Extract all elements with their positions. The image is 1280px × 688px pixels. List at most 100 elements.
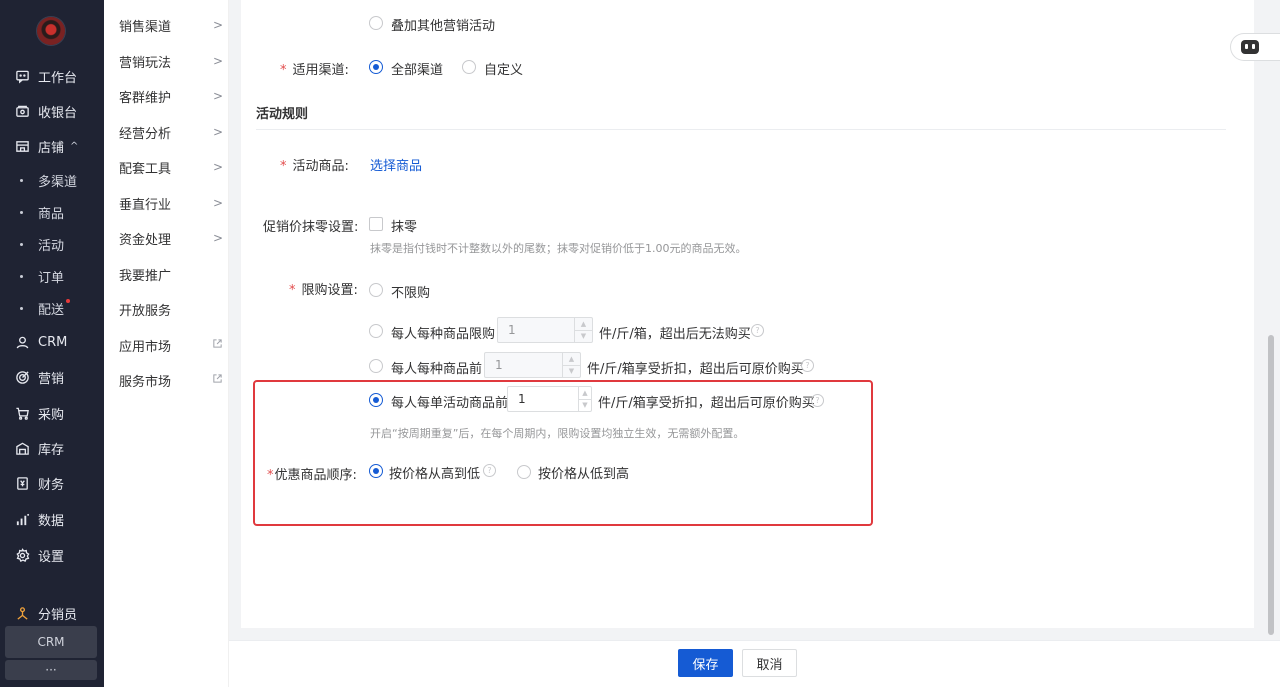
round-checkbox[interactable] xyxy=(369,217,383,231)
round-label: 促销价抹零设置: xyxy=(263,220,359,235)
sidebar-subitem-multichannel[interactable]: 多渠道 xyxy=(0,169,104,191)
bullet-icon xyxy=(20,178,23,182)
main-sidebar: 工作台 收银台 店铺 ^ 多渠道 商品 活动 订单 配送 CRM 营销 采购 库… xyxy=(0,0,104,687)
limit-opt1-suffix: 件/斤/箱，超出后无法购买 xyxy=(599,327,751,342)
decrement-icon[interactable]: ▼ xyxy=(575,331,592,343)
subnav-item-app-market[interactable]: 应用市场 xyxy=(119,334,223,356)
required-mark: * xyxy=(280,159,287,174)
channel-label: * 适用渠道: xyxy=(280,59,349,78)
cashier-icon xyxy=(14,103,30,119)
subnav-item-label: 我要推广 xyxy=(119,268,172,284)
limit-opt1-input[interactable] xyxy=(498,318,574,342)
chevron-right-icon: > xyxy=(212,231,223,245)
more-tag[interactable]: ··· xyxy=(5,660,97,680)
subnav-item-sales-channel[interactable]: 销售渠道 > xyxy=(119,14,223,36)
help-icon[interactable]: ? xyxy=(751,324,764,337)
nav-item-data[interactable]: 数据 xyxy=(0,507,104,531)
cancel-button[interactable]: 取消 xyxy=(742,649,797,677)
subnav-item-funds[interactable]: 资金处理 > xyxy=(119,227,223,249)
channel-all-radio[interactable] xyxy=(369,60,383,74)
help-icon[interactable]: ? xyxy=(801,359,814,372)
sidebar-subitem-goods[interactable]: 商品 xyxy=(0,201,104,223)
subnav-item-promote[interactable]: 我要推广 xyxy=(119,263,223,285)
section-title: 活动规则 xyxy=(256,107,309,122)
sidebar-subitem-label: 订单 xyxy=(38,270,65,286)
select-goods-link[interactable]: 选择商品 xyxy=(370,155,422,174)
subnav-item-label: 服务市场 xyxy=(119,374,172,390)
goods-label: * 活动商品: xyxy=(280,155,349,174)
nav-item-marketing[interactable]: 营销 xyxy=(0,365,104,389)
limit-label-text: 限购设置: xyxy=(301,283,358,298)
secondary-nav: 销售渠道 > 营销玩法 > 客群维护 > 经营分析 > 配套工具 > 垂直行业 > 资金处理… xyxy=(104,0,229,687)
nav-item-label: CRM xyxy=(38,334,68,350)
nav-item-label: 库存 xyxy=(38,442,65,458)
subnav-item-label: 资金处理 xyxy=(119,232,172,248)
nav-item-workbench[interactable]: 工作台 xyxy=(0,64,104,88)
subnav-item-open-service[interactable]: 开放服务 xyxy=(119,298,223,320)
nav-item-label: 店铺 xyxy=(38,140,65,156)
round-option-label: 抹零 xyxy=(391,220,418,235)
subnav-item-tools[interactable]: 配套工具 > xyxy=(119,156,223,178)
round-hint: 抹零是指付钱时不计整数以外的尾数；抹零对促销价低于1.00元的商品无效。 xyxy=(370,242,747,255)
subnav-item-label: 开放服务 xyxy=(119,303,172,319)
sidebar-subitem-label: 商品 xyxy=(38,206,65,222)
highlight-box xyxy=(253,380,873,526)
shop-avatar[interactable] xyxy=(37,17,65,45)
goods-label-text: 活动商品: xyxy=(292,159,349,174)
assistant-robot-button[interactable] xyxy=(1230,33,1280,61)
channel-custom-radio[interactable] xyxy=(462,60,476,74)
store-icon xyxy=(14,138,30,154)
nav-item-label: 收银台 xyxy=(38,105,78,121)
limit-opt2-stepper[interactable]: ▲▼ xyxy=(484,352,581,378)
chat-icon xyxy=(14,68,30,84)
nav-item-store[interactable]: 店铺 ^ xyxy=(0,134,104,158)
increment-icon[interactable]: ▲ xyxy=(563,353,580,366)
subnav-item-customer-care[interactable]: 客群维护 > xyxy=(119,85,223,107)
nav-item-label: 工作台 xyxy=(38,70,78,86)
required-mark: * xyxy=(289,283,296,298)
section-divider xyxy=(256,129,1226,130)
sidebar-subitem-label: 多渠道 xyxy=(38,174,78,190)
cart-icon xyxy=(14,405,30,421)
chevron-up-icon: ^ xyxy=(70,140,79,152)
sidebar-subitem-label: 配送 xyxy=(38,302,65,318)
chevron-right-icon: > xyxy=(212,125,223,139)
limit-opt2-label: 每人每种商品前 xyxy=(391,362,483,377)
subnav-item-analysis[interactable]: 经营分析 > xyxy=(119,121,223,143)
subnav-item-vertical[interactable]: 垂直行业 > xyxy=(119,192,223,214)
limit-opt2-radio[interactable] xyxy=(369,359,383,373)
sidebar-subitem-activity[interactable]: 活动 xyxy=(0,233,104,255)
nav-item-cashier[interactable]: 收银台 xyxy=(0,99,104,123)
sidebar-subitem-delivery[interactable]: 配送 xyxy=(0,297,104,319)
nav-item-purchase[interactable]: 采购 xyxy=(0,401,104,425)
limit-opt1-radio[interactable] xyxy=(369,324,383,338)
nav-item-crm[interactable]: CRM xyxy=(0,330,104,354)
subnav-item-label: 销售渠道 xyxy=(119,19,172,35)
nav-item-distributor[interactable]: 分销员 xyxy=(0,603,104,623)
limit-none-label: 不限购 xyxy=(391,286,431,301)
subnav-item-service-market[interactable]: 服务市场 xyxy=(119,369,223,391)
nav-item-label: 采购 xyxy=(38,407,65,423)
limit-label: * 限购设置: xyxy=(289,279,358,298)
bullet-icon xyxy=(20,210,23,214)
stack-activity-label: 叠加其他营销活动 xyxy=(391,19,496,34)
form-card xyxy=(241,0,1254,628)
limit-opt1-stepper[interactable]: ▲▼ xyxy=(497,317,593,343)
nav-item-finance[interactable]: 财务 xyxy=(0,471,104,495)
nav-item-settings[interactable]: 设置 xyxy=(0,543,104,567)
crm-tag[interactable]: CRM xyxy=(5,626,97,658)
robot-icon xyxy=(1241,40,1259,54)
scrollbar[interactable] xyxy=(1268,335,1274,635)
chevron-right-icon: > xyxy=(212,18,223,32)
decrement-icon[interactable]: ▼ xyxy=(563,366,580,378)
sidebar-subitem-orders[interactable]: 订单 xyxy=(0,265,104,287)
limit-opt2-input[interactable] xyxy=(485,353,562,377)
subnav-item-label: 经营分析 xyxy=(119,126,172,142)
nav-item-label: 财务 xyxy=(38,477,65,493)
stack-activity-radio[interactable] xyxy=(369,16,383,30)
save-button[interactable]: 保存 xyxy=(678,649,733,677)
subnav-item-marketing-play[interactable]: 营销玩法 > xyxy=(119,50,223,72)
limit-none-radio[interactable] xyxy=(369,283,383,297)
increment-icon[interactable]: ▲ xyxy=(575,318,592,331)
nav-item-inventory[interactable]: 库存 xyxy=(0,436,104,460)
